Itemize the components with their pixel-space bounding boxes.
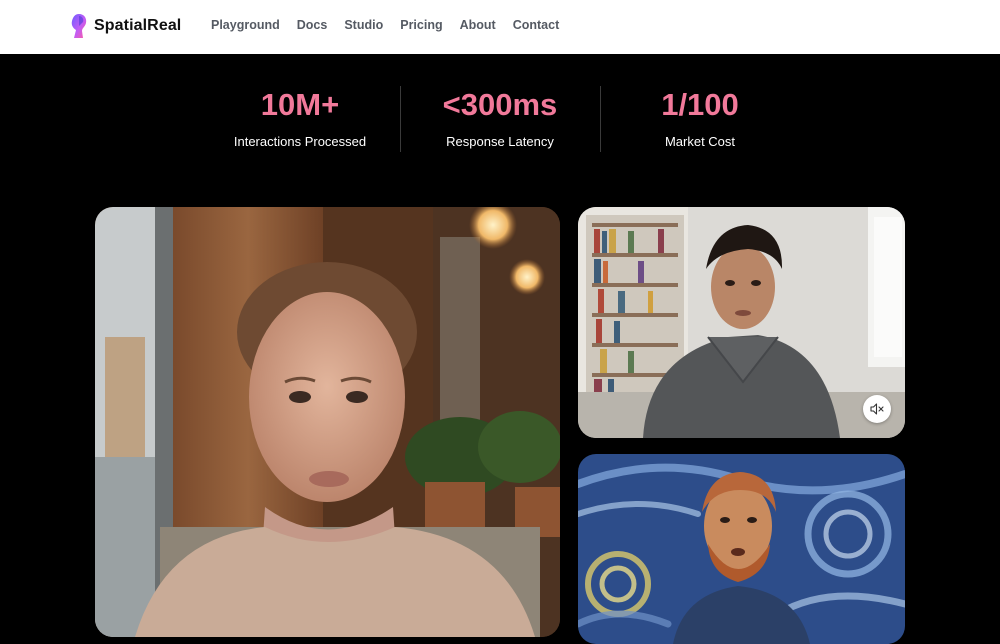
nav-link-pricing[interactable]: Pricing xyxy=(400,18,442,32)
nav-link-playground[interactable]: Playground xyxy=(211,18,280,32)
stat-value: <300ms xyxy=(442,87,558,122)
stat-latency: <300ms Response Latency xyxy=(400,86,600,152)
main-nav: Playground Docs Studio Pricing About Con… xyxy=(211,18,559,32)
nav-link-docs[interactable]: Docs xyxy=(297,18,328,32)
stat-label: Interactions Processed xyxy=(233,134,367,149)
man-avatar-image xyxy=(578,207,905,438)
spatialreal-logo-icon xyxy=(71,14,87,38)
mute-toggle-button[interactable] xyxy=(863,395,891,423)
stat-label: Market Cost xyxy=(664,134,736,149)
stat-value: 10M+ xyxy=(260,87,340,122)
stat-interactions: 10M+ Interactions Processed xyxy=(200,86,400,152)
stat-value: 1/100 xyxy=(661,87,739,122)
woman-avatar-image xyxy=(95,207,560,637)
top-navigation-bar: SpatialReal Playground Docs Studio Prici… xyxy=(0,0,1000,54)
speaker-muted-icon xyxy=(870,403,884,415)
brand-name: SpatialReal xyxy=(94,17,182,34)
nav-link-contact[interactable]: Contact xyxy=(513,18,560,32)
stat-cost: 1/100 Market Cost xyxy=(600,86,800,152)
man-avatar-video[interactable] xyxy=(578,207,905,438)
nav-link-about[interactable]: About xyxy=(460,18,496,32)
van-gogh-avatar-image xyxy=(578,454,905,644)
nav-link-studio[interactable]: Studio xyxy=(344,18,383,32)
van-gogh-avatar-video[interactable] xyxy=(578,454,905,644)
woman-avatar-video[interactable] xyxy=(95,207,560,637)
stat-label: Response Latency xyxy=(446,134,554,149)
brand-logo[interactable]: SpatialReal xyxy=(70,13,181,39)
stats-row: 10M+ Interactions Processed <300ms Respo… xyxy=(200,86,800,152)
